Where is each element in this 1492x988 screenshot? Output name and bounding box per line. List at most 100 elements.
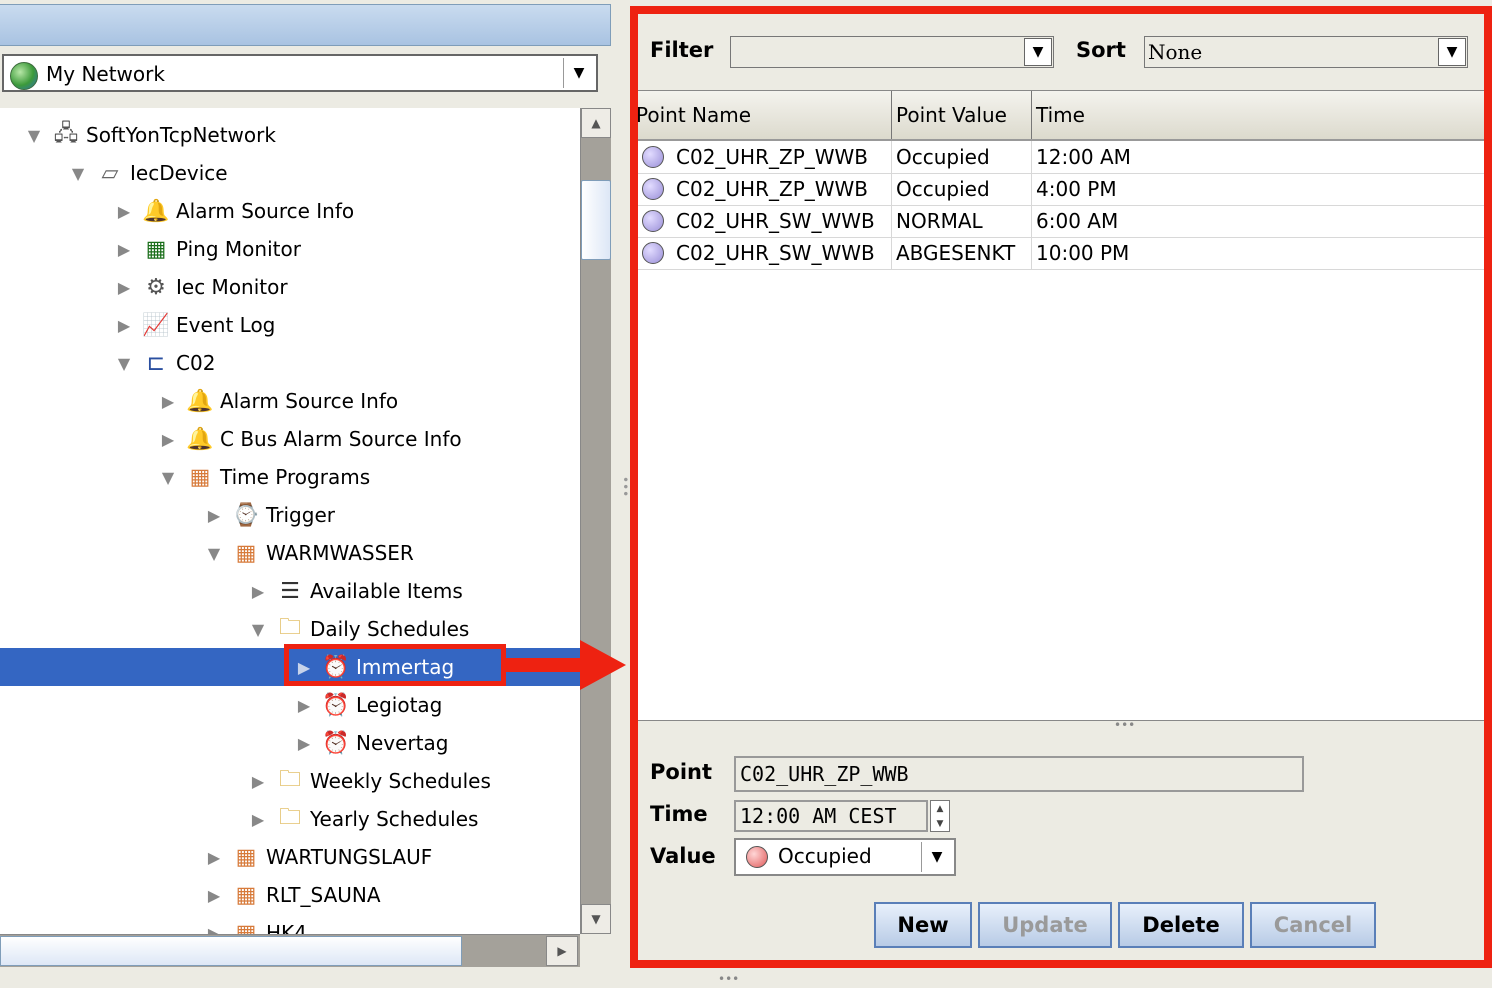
delete-button[interactable]: Delete bbox=[1118, 902, 1244, 948]
expand-down-icon[interactable]: ▼ bbox=[248, 619, 268, 639]
tree-node[interactable]: ▼ ▱ IecDevice bbox=[0, 154, 580, 192]
expand-right-icon[interactable]: ▶ bbox=[294, 733, 314, 753]
tree-node[interactable]: ▼ 🗀 Daily Schedules bbox=[0, 610, 580, 648]
expand-right-icon[interactable]: ▶ bbox=[248, 581, 268, 601]
point-status-icon bbox=[642, 146, 664, 168]
cell-text: Occupied bbox=[896, 145, 990, 169]
editor-splitter[interactable]: ••• bbox=[638, 719, 1484, 731]
chevron-down-icon[interactable]: ▼ bbox=[1438, 38, 1466, 66]
expand-right-icon[interactable]: ▶ bbox=[204, 505, 224, 525]
scroll-down-button[interactable]: ▼ bbox=[581, 904, 611, 934]
expand-down-icon[interactable]: ▼ bbox=[204, 543, 224, 563]
expand-right-icon[interactable]: ▶ bbox=[294, 695, 314, 715]
tree-node[interactable]: ▶ ▦ HK4 bbox=[0, 914, 580, 935]
expand-right-icon[interactable]: ▶ bbox=[248, 809, 268, 829]
column-header-point-value[interactable]: Point Value bbox=[892, 91, 1032, 139]
update-button[interactable]: Update bbox=[978, 902, 1112, 948]
time-label: Time bbox=[650, 802, 708, 826]
chevron-down-icon[interactable]: ▼ bbox=[563, 58, 594, 88]
expand-down-icon[interactable]: ▼ bbox=[114, 353, 134, 373]
calendar-icon: ▦ bbox=[235, 540, 257, 566]
tree-node-label: Iec Monitor bbox=[176, 275, 288, 299]
chevron-down-icon[interactable]: ▼ bbox=[1024, 38, 1052, 66]
tree-node-label: Daily Schedules bbox=[310, 617, 470, 641]
new-button[interactable]: New bbox=[874, 902, 972, 948]
network-selector[interactable]: My Network ▼ bbox=[2, 54, 598, 92]
expand-right-icon[interactable]: ▶ bbox=[114, 239, 134, 259]
spin-up-icon[interactable]: ▲ bbox=[937, 804, 944, 814]
tree-node-label: IecDevice bbox=[130, 161, 228, 185]
expand-down-icon[interactable]: ▼ bbox=[24, 125, 44, 145]
status-dot-icon bbox=[746, 846, 768, 868]
bell-icon: 🔔 bbox=[186, 426, 214, 452]
tree-node[interactable]: ▼ ▦ Time Programs bbox=[0, 458, 580, 496]
tree-node[interactable]: ▶ 🗀 Yearly Schedules bbox=[0, 800, 580, 838]
sort-dropdown[interactable]: None ▼ bbox=[1144, 36, 1468, 68]
highlight-box bbox=[284, 644, 506, 686]
expand-right-icon[interactable]: ▶ bbox=[248, 771, 268, 791]
tree-node[interactable]: ▶ ☰ Available Items bbox=[0, 572, 580, 610]
expand-right-icon[interactable]: ▶ bbox=[204, 923, 224, 935]
column-header-point-name[interactable]: Point Name bbox=[632, 91, 892, 139]
tree-node[interactable]: ▼ ▦ WARMWASSER bbox=[0, 534, 580, 572]
tree-node[interactable]: ▶ ⏰ Legiotag bbox=[0, 686, 580, 724]
tree-node[interactable]: ▶ 🔔 Alarm Source Info bbox=[0, 192, 580, 230]
schedule-editor-pane: Filter ▼ Sort None ▼ Point Name Point Va… bbox=[630, 6, 1492, 968]
tree-node-label: Event Log bbox=[176, 313, 276, 337]
expand-right-icon[interactable]: ▶ bbox=[114, 201, 134, 221]
table-row[interactable]: C02_UHR_ZP_WWB Occupied 4:00 PM bbox=[638, 173, 1484, 206]
expand-right-icon[interactable]: ▶ bbox=[114, 277, 134, 297]
expand-right-icon[interactable]: ▶ bbox=[204, 885, 224, 905]
nav-tree: ▼ 🖧 SoftYonTcpNetwork ▼ ▱ IecDevice ▶ 🔔 Alarm So… bbox=[0, 108, 580, 934]
cell-text: 12:00 AM bbox=[1036, 145, 1131, 169]
tree-node[interactable]: ▼ ⊏ C02 bbox=[0, 344, 580, 382]
cancel-button[interactable]: Cancel bbox=[1250, 902, 1376, 948]
horizontal-scroll-thumb[interactable] bbox=[0, 936, 462, 966]
tree-node-label: RLT_SAUNA bbox=[266, 883, 381, 907]
expand-right-icon[interactable]: ▶ bbox=[158, 429, 178, 449]
splitter-grip[interactable]: ••• bbox=[1114, 719, 1135, 731]
cell-text: NORMAL bbox=[896, 209, 983, 233]
tree-horizontal-scrollbar[interactable]: ▶ bbox=[0, 934, 580, 967]
chevron-down-icon[interactable]: ▼ bbox=[921, 842, 952, 872]
cell-time: 4:00 PM bbox=[1032, 173, 1484, 205]
value-dropdown[interactable]: Occupied ▼ bbox=[734, 838, 956, 876]
scroll-right-button[interactable]: ▶ bbox=[546, 936, 578, 966]
bottom-splitter-grip[interactable]: ••• bbox=[718, 972, 739, 986]
tree-node-label: Yearly Schedules bbox=[310, 807, 479, 831]
calendar-icon: ▦ bbox=[189, 464, 211, 490]
tree-node[interactable]: ▶ 🗀 Weekly Schedules bbox=[0, 762, 580, 800]
expand-down-icon[interactable]: ▼ bbox=[68, 163, 88, 183]
tree-node[interactable]: ▶ ▦ RLT_SAUNA bbox=[0, 876, 580, 914]
value-label: Value bbox=[650, 844, 716, 868]
tree-vertical-scrollbar[interactable]: ▲ ▼ bbox=[580, 108, 611, 934]
time-spinner[interactable]: ▲ ▼ bbox=[930, 800, 950, 832]
spin-down-icon[interactable]: ▼ bbox=[937, 819, 944, 829]
tree-node[interactable]: ▶ ⌚ Trigger bbox=[0, 496, 580, 534]
tree-node[interactable]: ▶ ▦ WARTUNGSLAUF bbox=[0, 838, 580, 876]
tree-node[interactable]: ▼ 🖧 SoftYonTcpNetwork bbox=[0, 116, 580, 154]
tree-node[interactable]: ▶ ⚙ Iec Monitor bbox=[0, 268, 580, 306]
scroll-thumb[interactable] bbox=[581, 180, 611, 260]
table-row[interactable]: C02_UHR_ZP_WWB Occupied 12:00 AM bbox=[638, 141, 1484, 174]
filter-dropdown[interactable]: ▼ bbox=[730, 36, 1054, 68]
globe-icon bbox=[10, 62, 38, 90]
time-field[interactable]: 12:00 AM CEST bbox=[734, 800, 928, 832]
tree-node[interactable]: ▶ 🔔 C Bus Alarm Source Info bbox=[0, 420, 580, 458]
tree-node-label: Nevertag bbox=[356, 731, 449, 755]
tree-node[interactable]: ▶ ▦ Ping Monitor bbox=[0, 230, 580, 268]
scroll-up-button[interactable]: ▲ bbox=[581, 108, 611, 138]
expand-down-icon[interactable]: ▼ bbox=[158, 467, 178, 487]
tree-node[interactable]: ▶ ⏰ Nevertag bbox=[0, 724, 580, 762]
expand-right-icon[interactable]: ▶ bbox=[204, 847, 224, 867]
controller-icon: ⊏ bbox=[146, 350, 166, 376]
expand-right-icon[interactable]: ▶ bbox=[114, 315, 134, 335]
table-row[interactable]: C02_UHR_SW_WWB NORMAL 6:00 AM bbox=[638, 205, 1484, 238]
expand-right-icon[interactable]: ▶ bbox=[158, 391, 178, 411]
tree-node-label: Time Programs bbox=[220, 465, 371, 489]
table-row[interactable]: C02_UHR_SW_WWB ABGESENKT 10:00 PM bbox=[638, 237, 1484, 270]
sort-label: Sort bbox=[1076, 38, 1126, 62]
column-header-time[interactable]: Time bbox=[1032, 91, 1484, 139]
tree-node[interactable]: ▶ 🔔 Alarm Source Info bbox=[0, 382, 580, 420]
tree-node[interactable]: ▶ 📈 Event Log bbox=[0, 306, 580, 344]
